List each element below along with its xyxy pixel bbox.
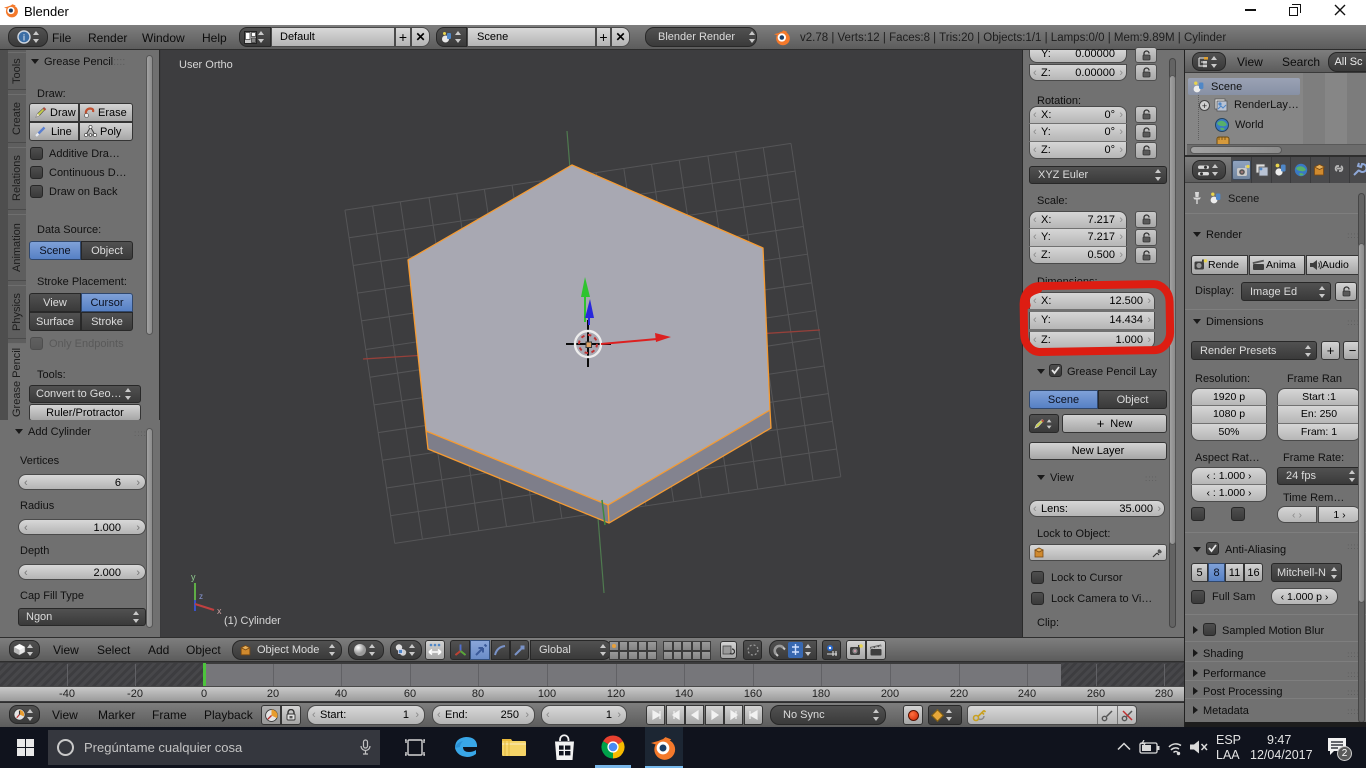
svg-text:z: z <box>199 592 203 601</box>
svg-text:y: y <box>191 572 196 582</box>
svg-text:x: x <box>217 606 222 616</box>
svg-text:i: i <box>23 33 25 43</box>
